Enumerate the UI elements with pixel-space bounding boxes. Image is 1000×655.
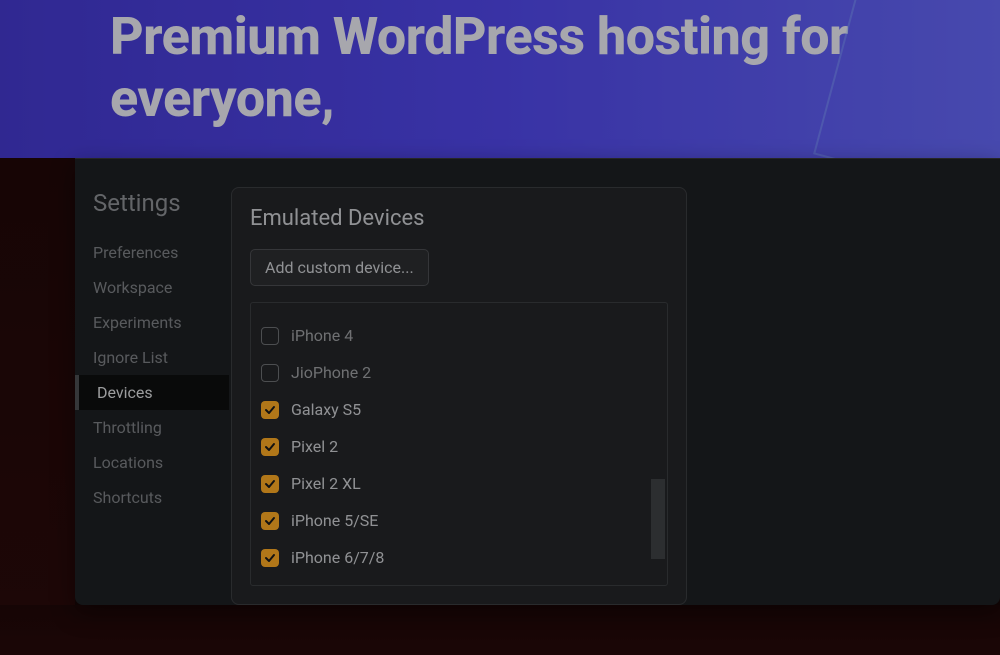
device-label: iPhone 4 [291, 326, 353, 345]
device-label: iPhone 6/7/8 [291, 548, 384, 567]
sidebar-item-label: Workspace [93, 278, 172, 297]
device-label: iPhone 5/SE [291, 511, 378, 530]
hero-banner: Premium WordPress hosting for everyone, [0, 0, 1000, 158]
checkbox-unchecked-icon[interactable] [261, 327, 279, 345]
checkbox-checked-icon[interactable] [261, 401, 279, 419]
checkbox-checked-icon[interactable] [261, 438, 279, 456]
checkbox-checked-icon[interactable] [261, 475, 279, 493]
sidebar-item-label: Throttling [93, 418, 162, 437]
bottom-background-strip [0, 605, 1000, 655]
sidebar-item-label: Devices [97, 383, 153, 402]
sidebar-title: Settings [93, 189, 225, 217]
device-item-iphone-4[interactable]: iPhone 4 [261, 317, 657, 354]
sidebar-item-ignore-list[interactable]: Ignore List [93, 340, 225, 375]
add-custom-device-button[interactable]: Add custom device... [250, 249, 429, 286]
device-item-jiophone-2[interactable]: JioPhone 2 [261, 354, 657, 391]
scrollbar-thumb[interactable] [651, 479, 665, 559]
sidebar-item-label: Experiments [93, 313, 182, 332]
settings-sidebar: Settings Preferences Workspace Experimen… [75, 159, 225, 605]
checkbox-checked-icon[interactable] [261, 512, 279, 530]
panel-title: Emulated Devices [232, 188, 686, 249]
banner-headline: Premium WordPress hosting for everyone, [110, 0, 1000, 131]
device-label: Pixel 2 [291, 437, 338, 456]
sidebar-item-workspace[interactable]: Workspace [93, 270, 225, 305]
sidebar-item-experiments[interactable]: Experiments [93, 305, 225, 340]
scrollbar-track[interactable] [651, 309, 665, 579]
device-list-container: iPhone 4 JioPhone 2 Galaxy S5 [250, 302, 668, 586]
device-label: Pixel 2 XL [291, 474, 361, 493]
main-content: Emulated Devices Add custom device... iP… [225, 159, 1000, 605]
checkbox-checked-icon[interactable] [261, 549, 279, 567]
left-background-edge [0, 158, 75, 655]
device-item-iphone-5-se[interactable]: iPhone 5/SE [261, 502, 657, 539]
device-item-galaxy-s5[interactable]: Galaxy S5 [261, 391, 657, 428]
add-button-container: Add custom device... [232, 249, 686, 302]
device-item-pixel-2-xl[interactable]: Pixel 2 XL [261, 465, 657, 502]
device-item-iphone-6-7-8[interactable]: iPhone 6/7/8 [261, 539, 657, 576]
sidebar-item-preferences[interactable]: Preferences [93, 235, 225, 270]
device-label: Galaxy S5 [291, 400, 361, 419]
sidebar-item-shortcuts[interactable]: Shortcuts [93, 480, 225, 515]
emulated-devices-card: Emulated Devices Add custom device... iP… [231, 187, 687, 605]
devtools-settings-panel: Settings Preferences Workspace Experimen… [75, 158, 1000, 605]
sidebar-item-label: Locations [93, 453, 163, 472]
sidebar-item-label: Ignore List [93, 348, 168, 367]
device-list: iPhone 4 JioPhone 2 Galaxy S5 [251, 303, 667, 586]
sidebar-item-devices[interactable]: Devices [75, 375, 229, 410]
sidebar-item-label: Preferences [93, 243, 178, 262]
sidebar-item-locations[interactable]: Locations [93, 445, 225, 480]
device-label: JioPhone 2 [291, 363, 371, 382]
sidebar-item-label: Shortcuts [93, 488, 162, 507]
sidebar-item-throttling[interactable]: Throttling [93, 410, 225, 445]
device-item-pixel-2[interactable]: Pixel 2 [261, 428, 657, 465]
checkbox-unchecked-icon[interactable] [261, 364, 279, 382]
